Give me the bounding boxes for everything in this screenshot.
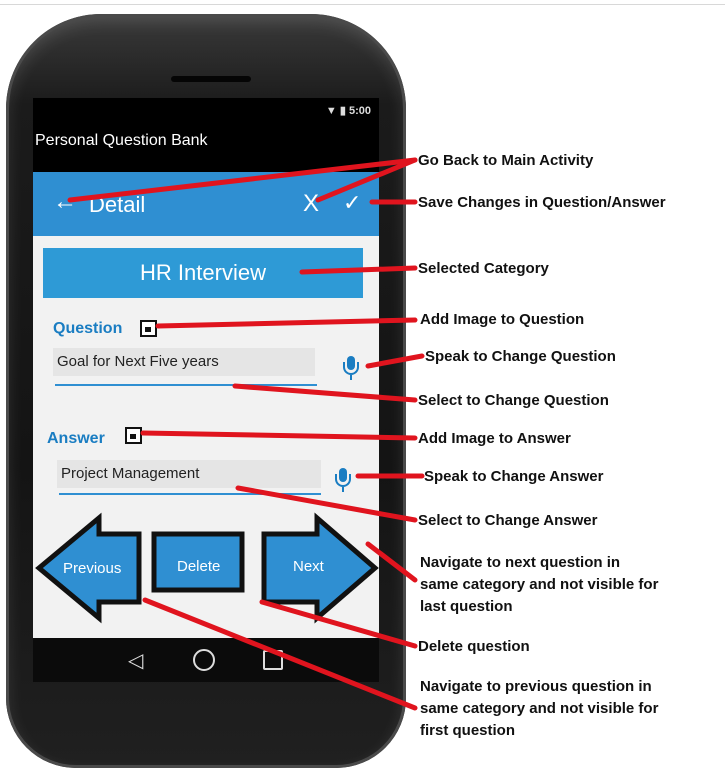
line-category: [299, 265, 418, 275]
annotation-speak-question: Speak to Change Question: [425, 348, 616, 365]
annotation-add-image-answer: Add Image to Answer: [418, 430, 571, 447]
line-previous: [142, 597, 418, 711]
line-add-image-answer: [140, 430, 418, 441]
annotation-add-image-question: Add Image to Question: [420, 311, 585, 328]
annotation-lines: [67, 157, 425, 711]
line-next: [365, 541, 418, 583]
annotation-prev-line3: first question: [420, 722, 516, 739]
annotation-next: Navigate to next question in same catego…: [420, 552, 658, 618]
annotation-save: Save Changes in Question/Answer: [418, 194, 666, 211]
line-add-image-question: [155, 317, 418, 329]
annotation-prev-line2: same category and not visible for: [420, 700, 659, 717]
annotation-next-line3: last question: [420, 598, 513, 615]
annotation-next-line2: same category and not visible for: [420, 576, 659, 593]
annotation-go-back: Go Back to Main Activity: [418, 152, 594, 169]
annotation-previous: Navigate to previous question in same ca…: [420, 676, 658, 742]
annotation-select-answer: Select to Change Answer: [418, 512, 598, 529]
annotation-prev-line1: Navigate to previous question in: [420, 678, 652, 695]
annotation-delete: Delete question: [418, 638, 530, 655]
line-speak-question: [365, 353, 425, 369]
annotation-speak-answer: Speak to Change Answer: [424, 468, 604, 485]
line-select-answer: [235, 485, 418, 523]
line-delete: [259, 599, 418, 649]
line-select-question: [232, 383, 418, 403]
annotation-select-question: Select to Change Question: [418, 392, 609, 409]
annotation-category: Selected Category: [418, 260, 549, 277]
annotation-next-line1: Navigate to next question in: [420, 554, 621, 571]
